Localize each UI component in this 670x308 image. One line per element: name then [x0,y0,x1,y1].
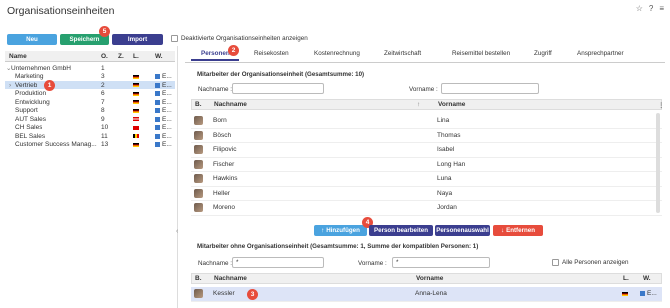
sort-asc-icon[interactable]: ↑ [417,101,420,108]
vorname-filter-input[interactable] [441,83,539,94]
menu-icon[interactable]: ≡ [659,4,664,13]
vorname-filter-label: Vorname : [409,86,438,93]
col-w[interactable]: W. [155,53,163,60]
star-icon[interactable]: ☆ [636,4,643,13]
collapse-icon[interactable]: ‹ [176,228,178,235]
unassigned-nachname-input[interactable]: * [232,257,324,268]
new-button[interactable]: Neu [7,34,57,45]
edit-person-button[interactable]: Person bearbeiten [369,225,433,236]
tab-zeitwirtschaft[interactable]: Zeitwirtschaft [384,50,421,57]
tree-row[interactable]: Support 8 E... [5,107,175,115]
add-button[interactable]: ↑ Hinzufügen [314,225,367,236]
deactivated-label: Deaktivierte Organisationseinheiten anze… [181,35,308,42]
tree-row[interactable]: Produktion 6 E... [5,90,175,98]
tree-row[interactable]: Entwicklung 7 E... [5,98,175,106]
deactivated-toggle[interactable]: Deaktivierte Organisationseinheiten anze… [171,35,308,42]
tree-header: Name O. Z. L. W. [5,51,175,62]
import-button[interactable]: Import [112,34,163,45]
tab-reisekosten[interactable]: Reisekosten [254,50,289,57]
all-persons-toggle[interactable]: Alle Personen anzeigen [552,259,629,266]
page-title: Organisationseinheiten [7,5,115,17]
table-row[interactable]: Moreno Jordan [191,201,662,216]
tree-row-selected[interactable]: › Vertrieb 2 E... [5,81,175,90]
col-vorname[interactable]: Vorname [416,275,443,282]
tree-row[interactable]: ⌄ Unternehmen GmbH 1 [5,64,175,73]
tab-ansprechpartner[interactable]: Ansprechpartner [577,50,624,57]
col-nachname[interactable]: Nachname [214,275,247,282]
tree-row[interactable]: Marketing 3 E... [5,73,175,81]
table-row[interactable]: Bösch Thomas [191,129,662,143]
all-persons-label: Alle Personen anzeigen [562,259,629,266]
splitter[interactable] [177,46,178,308]
col-o[interactable]: O. [101,53,108,60]
avatar [194,145,203,155]
tab-personen-label[interactable]: Personen [201,50,230,57]
col-bild[interactable]: B. [195,275,202,282]
col-l[interactable]: L. [133,53,139,60]
avatar [194,188,203,198]
tab-zugriff[interactable]: Zugriff [534,50,552,57]
avatar [194,159,203,169]
tab-kostenrechnung[interactable]: Kostenrechnung [314,50,360,57]
all-persons-checkbox[interactable] [552,259,559,266]
column-menu-icon[interactable]: ⋮ [658,101,665,109]
nachname-filter-label: Nachname : [198,86,232,93]
help-icon[interactable]: ? [649,4,653,13]
members-grid-header: B. Nachname ↑ Vorname ⋮ [191,99,665,110]
step-badge-3: 3 [247,288,258,300]
step-badge-5: 5 [99,26,110,37]
remove-button[interactable]: ↓ Entfernen [493,225,543,236]
col-vorname[interactable]: Vorname [438,101,465,108]
person-selection-button[interactable]: Personenauswahl [435,225,490,236]
col-nachname[interactable]: Nachname [214,101,247,108]
table-row[interactable]: Fischer Long Han [191,158,662,172]
unassigned-nachname-label: Nachname : [198,260,232,267]
col-z[interactable]: Z. [118,53,124,60]
members-heading: Mitarbeiter der Organisationseinheit (Ge… [197,71,365,78]
col-name[interactable]: Name [9,53,27,60]
step-badge-2: 2 [228,45,239,56]
members-scrollbar[interactable] [656,113,660,213]
unassigned-grid-header: B. Nachname ↑ Vorname L. W. [191,273,662,284]
tree-row[interactable]: AUT Sales 9 E... [5,115,175,123]
table-row[interactable]: Born Lina [191,114,662,129]
nachname-filter-input[interactable] [232,83,324,94]
tab-reisemittel[interactable]: Reisemittel bestellen [452,50,510,57]
table-row[interactable]: Filipovic Isabel [191,143,662,158]
avatar [194,174,203,184]
tree-row[interactable]: CH Sales 10 E... [5,124,175,132]
col-bild[interactable]: B. [195,101,202,108]
tree-row[interactable]: BEL Sales 11 E... [5,132,175,140]
avatar [194,203,203,213]
unassigned-vorname-input[interactable]: * [392,257,490,268]
avatar [194,130,203,140]
table-row[interactable]: Hawkins Luna [191,172,662,187]
unassigned-vorname-label: Vorname : [358,260,387,267]
avatar [194,289,203,299]
deactivated-checkbox[interactable] [171,35,178,42]
avatar [194,116,203,126]
unassigned-heading: Mitarbeiter ohne Organisationseinheit (G… [197,243,479,250]
col-l[interactable]: L. [623,275,629,282]
col-w[interactable]: W. [643,275,651,282]
table-row[interactable]: Heller Naya [191,187,662,201]
tree-row[interactable]: Customer Success Manag... 13 E... [5,141,175,149]
table-row-selected[interactable]: Kessler Anna-Lena E... [191,287,662,302]
